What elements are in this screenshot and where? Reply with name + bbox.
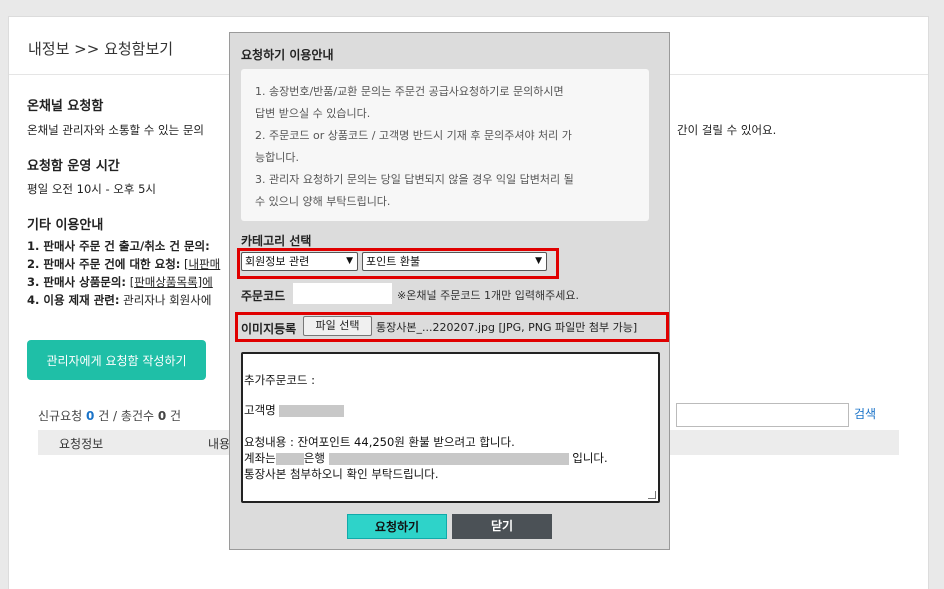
- other-item-3: 3. 판매사 상품문의: [판매상품목록]에: [27, 275, 213, 289]
- hours-section-title: 요청함 운영 시간: [27, 159, 120, 174]
- channel-section-title: 온채널 요청함: [27, 99, 104, 114]
- chevron-down-icon: ▼: [535, 256, 542, 266]
- notice-line: 수 있으니 양해 부탁드립니다.: [255, 195, 391, 208]
- image-label: 이미지등록: [241, 322, 297, 336]
- redacted-account: [328, 452, 569, 465]
- redacted-bank: [275, 452, 304, 465]
- other-item-2: 2. 판매사 주문 건에 대한 요청: [내판매: [27, 257, 221, 271]
- submit-button[interactable]: 요청하기: [347, 514, 447, 539]
- notice-line: 2. 주문코드 or 상품코드 / 고객명 반드시 기재 후 문의주셔야 처리 …: [255, 129, 572, 142]
- category-label: 카테고리 선택: [241, 234, 312, 248]
- channel-desc-right: 간이 걸릴 수 있어요.: [677, 123, 777, 137]
- search-link[interactable]: 검색: [854, 405, 876, 422]
- request-modal: 요청하기 이용안내 1. 송장번호/반품/교환 문의는 주문건 공급사요청하기로…: [229, 32, 670, 550]
- close-button[interactable]: 닫기: [452, 514, 552, 539]
- other-section-title: 기타 이용안내: [27, 218, 104, 233]
- request-counts: 신규요청 0 건 / 총건수 0 건: [38, 409, 182, 423]
- chevron-down-icon: ▼: [346, 256, 353, 266]
- notice-box: 1. 송장번호/반품/교환 문의는 주문건 공급사요청하기로 문의하시면 답변 …: [241, 69, 649, 221]
- notice-line: 능합니다.: [255, 151, 299, 164]
- redacted-name: [279, 404, 345, 417]
- channel-desc-left: 온채널 관리자와 소통할 수 있는 문의: [27, 123, 204, 137]
- total-count: 0: [157, 409, 167, 423]
- ta-line: 계좌는 은행 입니다.: [244, 451, 608, 465]
- request-content-textarea[interactable]: 추가주문코드 : 고객명 요청내용 : 잔여포인트 44,250원 환불 받으려…: [241, 352, 660, 503]
- ta-line: 추가주문코드 :: [244, 373, 316, 387]
- hours-text: 평일 오전 10시 - 오후 5시: [27, 182, 157, 196]
- subcategory-select[interactable]: 포인트 환불 ▼: [362, 252, 547, 271]
- file-name: 통장사본_...220207.jpg [JPG, PNG 파일만 첨부 가능]: [376, 321, 638, 334]
- modal-title: 요청하기 이용안내: [241, 48, 334, 62]
- th-content: 내용: [208, 437, 231, 451]
- other-item-1: 1. 판매사 주문 건 출고/취소 건 문의:: [27, 239, 210, 253]
- ta-line: 요청내용 : 잔여포인트 44,250원 환불 받으려고 합니다.: [244, 435, 515, 449]
- notice-line: 1. 송장번호/반품/교환 문의는 주문건 공급사요청하기로 문의하시면: [255, 85, 564, 98]
- sales-products-link[interactable]: [판매상품목록]에: [130, 275, 213, 289]
- category-select[interactable]: 회원정보 관련 ▼: [241, 252, 358, 271]
- write-request-button[interactable]: 관리자에게 요청함 작성하기: [27, 340, 206, 380]
- notice-line: 답변 받으실 수 있습니다.: [255, 107, 371, 120]
- resize-handle[interactable]: [648, 491, 656, 499]
- new-count: 0: [86, 409, 95, 423]
- my-sales-link[interactable]: [내판매: [184, 257, 220, 271]
- search-input[interactable]: [676, 403, 849, 427]
- file-select-button[interactable]: 파일 선택: [303, 316, 372, 336]
- notice-line: 3. 관리자 요청하기 문의는 당일 답변되지 않을 경우 익일 답변처리 될: [255, 173, 574, 186]
- order-code-input[interactable]: [293, 283, 392, 304]
- page-title: 내정보 >> 요청함보기: [28, 40, 174, 58]
- ta-line: 통장사본 첨부하오니 확인 부탁드립니다.: [244, 467, 439, 481]
- order-code-label: 주문코드: [241, 289, 286, 303]
- ta-line: 고객명: [244, 402, 345, 418]
- other-item-4: 4. 이용 제재 관련: 관리자나 회원사에: [27, 293, 212, 307]
- order-code-hint: ※온채널 주문코드 1개만 입력해주세요.: [397, 289, 580, 302]
- th-info: 요청정보: [59, 437, 104, 451]
